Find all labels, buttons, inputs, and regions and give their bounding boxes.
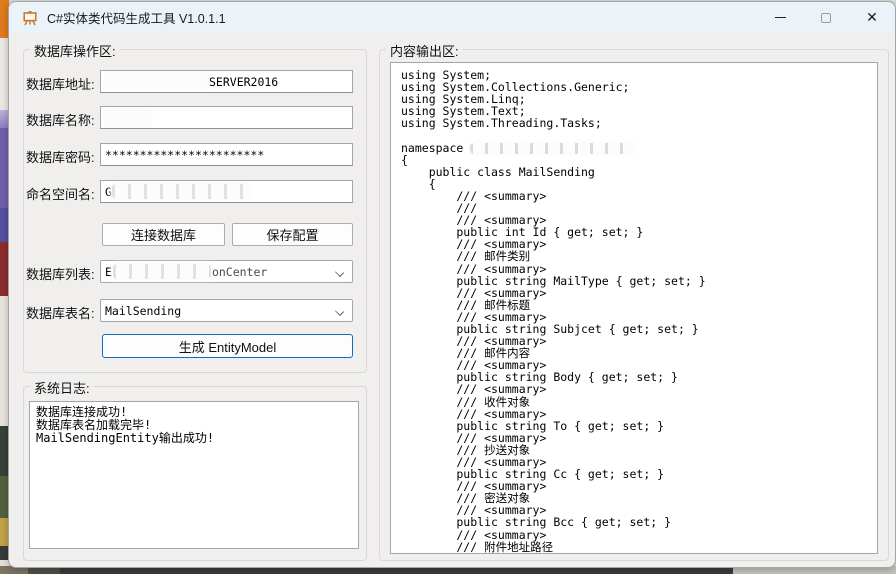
generated-code: using System; using System.Collections.G… bbox=[391, 63, 877, 554]
connect-db-button[interactable]: 连接数据库 bbox=[102, 223, 225, 246]
minimize-button[interactable] bbox=[757, 2, 803, 33]
db-password-label: 数据库密码: bbox=[26, 147, 95, 166]
table-name-value: MailSending bbox=[105, 304, 181, 318]
namespace-visible-text: G bbox=[105, 185, 112, 199]
system-log-textarea[interactable]: 数据库连接成功! 数据库表名加载完毕! MailSendingEntity输出成… bbox=[29, 401, 359, 549]
code-after-namespace: { public class MailSending { /// <summar… bbox=[401, 153, 706, 554]
system-log-group: 系统日志: 数据库连接成功! 数据库表名加载完毕! MailSendingEnt… bbox=[23, 386, 367, 561]
db-password-value: *********************** bbox=[105, 148, 264, 162]
close-button[interactable]: ✕ bbox=[849, 2, 895, 33]
db-list-visible-suffix: onCenter bbox=[212, 265, 267, 279]
db-name-label: 数据库名称: bbox=[26, 110, 95, 129]
maximize-icon bbox=[821, 13, 831, 23]
db-address-input[interactable]: SERVER2016 bbox=[100, 70, 353, 93]
window-controls: ✕ bbox=[757, 2, 895, 33]
namespace-label: 命名空间名: bbox=[26, 184, 95, 203]
chevron-down-icon bbox=[335, 307, 344, 316]
generate-entitymodel-button[interactable]: 生成 EntityModel bbox=[102, 334, 353, 358]
db-operations-group: 数据库操作区: 数据库地址: SERVER2016 数据库名称: 数据库密码: … bbox=[23, 49, 367, 373]
db-name-input[interactable] bbox=[100, 106, 353, 129]
chevron-down-icon bbox=[335, 268, 344, 277]
save-config-button[interactable]: 保存配置 bbox=[232, 223, 353, 246]
db-list-label: 数据库列表: bbox=[26, 264, 95, 283]
db-operations-group-title: 数据库操作区: bbox=[30, 41, 120, 60]
window-title: C#实体类代码生成工具 V1.0.1.1 bbox=[47, 8, 226, 27]
content-output-group-title: 内容输出区: bbox=[386, 41, 463, 60]
code-output-textarea[interactable]: using System; using System.Collections.G… bbox=[390, 62, 878, 554]
log-line: MailSendingEntity输出成功! bbox=[36, 432, 352, 445]
system-log-group-title: 系统日志: bbox=[30, 378, 94, 397]
redaction-blur bbox=[470, 143, 635, 154]
maximize-button[interactable] bbox=[803, 2, 849, 33]
db-list-visible-prefix: E bbox=[105, 265, 112, 279]
db-address-label: 数据库地址: bbox=[26, 74, 95, 93]
code-before-namespace: using System; using System.Collections.G… bbox=[401, 68, 629, 155]
db-address-visible-text: SERVER2016 bbox=[209, 75, 278, 89]
redaction-blur bbox=[105, 110, 151, 125]
table-name-dropdown[interactable]: MailSending bbox=[100, 299, 353, 322]
redaction-blur bbox=[112, 184, 250, 199]
app-easel-icon bbox=[22, 10, 38, 26]
db-password-input[interactable]: *********************** bbox=[100, 143, 353, 166]
minimize-icon bbox=[775, 17, 786, 18]
table-name-label: 数据库表名: bbox=[26, 303, 95, 322]
redaction-blur bbox=[113, 264, 211, 279]
titlebar[interactable]: C#实体类代码生成工具 V1.0.1.1 ✕ bbox=[9, 2, 895, 33]
app-window: C#实体类代码生成工具 V1.0.1.1 ✕ 数据库操作区: 数据库地址: SE… bbox=[8, 1, 896, 568]
content-output-group: 内容输出区: using System; using System.Collec… bbox=[379, 49, 889, 561]
namespace-input[interactable]: G bbox=[100, 180, 353, 203]
redaction-blur bbox=[105, 74, 207, 89]
close-icon: ✕ bbox=[866, 11, 878, 25]
db-list-dropdown[interactable]: E onCenter bbox=[100, 260, 353, 283]
